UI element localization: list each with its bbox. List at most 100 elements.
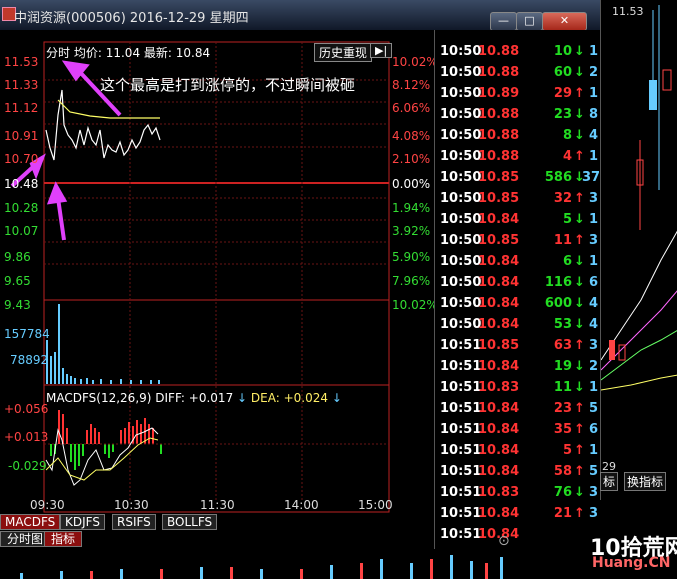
tick-time: 10:50 [440, 107, 482, 122]
maximize-button[interactable]: □ [516, 12, 543, 31]
x-tick: 14:00 [284, 498, 319, 512]
tick-count: 1 [588, 380, 598, 395]
tick-volume: 76 [553, 485, 572, 500]
tick-volume: 29 [553, 86, 572, 101]
tick-price: 10.88 [478, 149, 520, 164]
tick-volume: 53 [553, 317, 572, 332]
tick-count: 8 [588, 107, 598, 122]
tick-time: 10:51 [440, 485, 482, 500]
tick-price: 10.84 [478, 359, 520, 374]
tick-time: 10:50 [440, 275, 482, 290]
tick-row: 10:51 10.84 5 ↑ 1 [434, 440, 600, 461]
y-tick-left: 11.53 [4, 55, 39, 69]
kline-tab-indicator[interactable]: 标 [600, 472, 619, 491]
tab-rsifs[interactable]: RSIFS [112, 514, 156, 530]
minimize-button[interactable]: — [490, 12, 517, 31]
tick-time: 10:51 [440, 443, 482, 458]
tick-volume: 8 [562, 128, 572, 143]
history-replay-button[interactable]: 历史重现 [314, 43, 373, 62]
tab-intraday-chart[interactable]: 分时图 [0, 531, 51, 547]
tick-volume: 600 [544, 296, 572, 311]
x-tick: 11:30 [200, 498, 235, 512]
tick-price: 10.88 [478, 107, 520, 122]
tick-count: 5 [588, 464, 598, 479]
tick-row: 10:51 10.84 35 ↑ 6 [434, 419, 600, 440]
arrow-down-icon: ↓ [237, 391, 248, 405]
macd-tick: -0.029 [8, 459, 47, 473]
tick-count: 1 [588, 44, 598, 59]
tick-row: 10:50 10.88 23 ↓ 8 [434, 104, 600, 125]
tick-price: 10.88 [478, 44, 520, 59]
tick-count: 3 [588, 506, 598, 521]
bottom-volume-svg [20, 555, 503, 579]
tick-price: 10.84 [478, 422, 520, 437]
y-tick-right: 5.90% [392, 250, 431, 264]
tick-price: 10.84 [478, 212, 520, 227]
y-tick-right: 6.06% [392, 101, 431, 115]
tick-count: 6 [588, 422, 598, 437]
candle-body [609, 340, 615, 360]
tick-count: 4 [588, 317, 598, 332]
tick-volume: 58 [553, 464, 572, 479]
tick-price: 10.85 [478, 170, 520, 185]
tick-price: 10.84 [478, 317, 520, 332]
tick-row: 10:51 10.84 19 ↓ 2 [434, 356, 600, 377]
y-tick-right: 3.92% [392, 224, 431, 238]
wechat-icon: ⊙ [498, 533, 510, 549]
macd-bars [50, 410, 162, 470]
tick-row: 10:50 10.84 5 ↓ 1 [434, 209, 600, 230]
bottom-volume-strip [0, 549, 677, 579]
tick-time: 10:50 [440, 191, 482, 206]
tick-price: 10.88 [478, 65, 520, 80]
last-price-label: 最新: [143, 46, 172, 60]
tick-row: 10:50 10.88 4 ↑ 1 [434, 146, 600, 167]
tick-volume: 11 [553, 233, 572, 248]
kline-mini-svg [601, 5, 677, 391]
tick-volume: 63 [553, 338, 572, 353]
tick-count: 5 [588, 401, 598, 416]
avg-price-value: 11.04 [105, 46, 141, 60]
y-tick-right: 10.02% [392, 298, 438, 312]
tick-row: 10:51 10.84 23 ↑ 5 [434, 398, 600, 419]
tab-indicator[interactable]: 指标 [44, 531, 83, 547]
kline-mini-panel[interactable] [600, 0, 677, 500]
close-button[interactable]: ✕ [542, 12, 587, 31]
intraday-chart-panel[interactable] [0, 30, 434, 513]
tick-time: 10:50 [440, 149, 482, 164]
y-tick-left: 10.70 [4, 152, 39, 166]
volume-bars [46, 304, 160, 384]
tick-price: 10.83 [478, 485, 520, 500]
tick-row: 10:51 10.84 58 ↑ 5 [434, 461, 600, 482]
tick-time: 10:50 [440, 170, 482, 185]
y-tick-left: 11.33 [4, 78, 39, 92]
tick-time: 10:51 [440, 464, 482, 479]
tick-price: 10.84 [478, 401, 520, 416]
chart-info-bar: 分时 均价: 11.04 最新: 10.84 [46, 44, 210, 61]
tab-bollfs[interactable]: BOLLFS [162, 514, 218, 530]
ma-line [601, 374, 677, 391]
tick-volume: 19 [553, 359, 572, 374]
tick-row: 10:50 10.85 586 ↓ 37 [434, 167, 600, 188]
tick-time: 10:51 [440, 380, 482, 395]
tick-count: 3 [588, 485, 598, 500]
tab-kdjfs[interactable]: KDJFS [60, 514, 105, 530]
y-tick-left: 10.48 [4, 177, 39, 191]
tick-volume: 6 [562, 254, 572, 269]
tick-price: 10.84 [478, 254, 520, 269]
switch-indicator-button[interactable]: 换指标 [624, 472, 667, 491]
tick-price: 10.83 [478, 380, 520, 395]
tick-time: 10:50 [440, 65, 482, 80]
tab-macdfs[interactable]: MACDFS [0, 514, 61, 530]
y-tick-left: 10.91 [4, 129, 39, 143]
next-arrow-button[interactable]: ▶| [370, 43, 393, 58]
macd-diff-value: DIFF: +0.017 [155, 391, 234, 405]
tick-count: 1 [588, 254, 598, 269]
watermark-domain: Huang.CN [592, 555, 671, 571]
tick-row: 10:50 10.88 10 ↓ 1 [434, 41, 600, 62]
tick-row: 10:50 10.84 600 ↓ 4 [434, 293, 600, 314]
tick-count: 4 [588, 128, 598, 143]
tick-volume: 21 [553, 506, 572, 521]
tick-row: 10:50 10.84 6 ↓ 1 [434, 251, 600, 272]
tick-row: 10:50 10.84 53 ↓ 4 [434, 314, 600, 335]
x-tick: 09:30 [30, 498, 65, 512]
